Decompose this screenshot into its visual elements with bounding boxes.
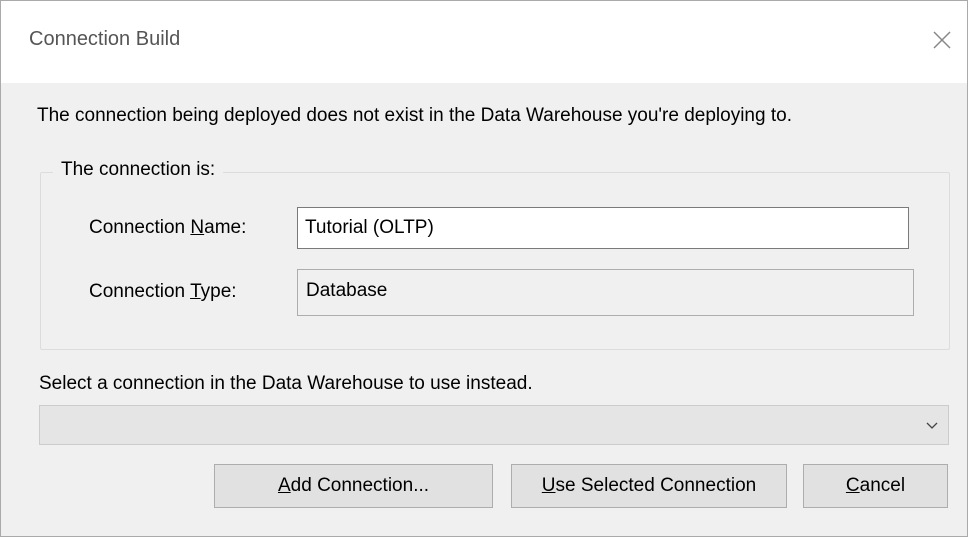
connection-select[interactable]	[39, 405, 949, 445]
chevron-down-icon	[926, 422, 938, 429]
connection-type-label: Connection Type:	[89, 281, 237, 302]
add-connection-button[interactable]: Add Connection...	[214, 464, 493, 508]
connection-name-label: Connection Name:	[89, 217, 247, 238]
title-bar: Connection Build	[1, 1, 967, 83]
connection-groupbox	[40, 172, 950, 350]
close-icon	[933, 31, 951, 49]
close-button[interactable]	[923, 21, 961, 59]
info-message: The connection being deployed does not e…	[37, 105, 792, 126]
groupbox-legend: The connection is:	[53, 159, 224, 181]
connection-name-input[interactable]	[297, 207, 909, 249]
cancel-button[interactable]: Cancel	[803, 464, 948, 508]
use-selected-connection-button[interactable]: Use Selected Connection	[511, 464, 787, 508]
dialog-title: Connection Build	[29, 28, 181, 50]
connection-build-dialog: Connection Build The connection being de…	[0, 0, 968, 537]
select-connection-label: Select a connection in the Data Warehous…	[39, 373, 533, 394]
connection-type-value: Database	[297, 269, 914, 316]
